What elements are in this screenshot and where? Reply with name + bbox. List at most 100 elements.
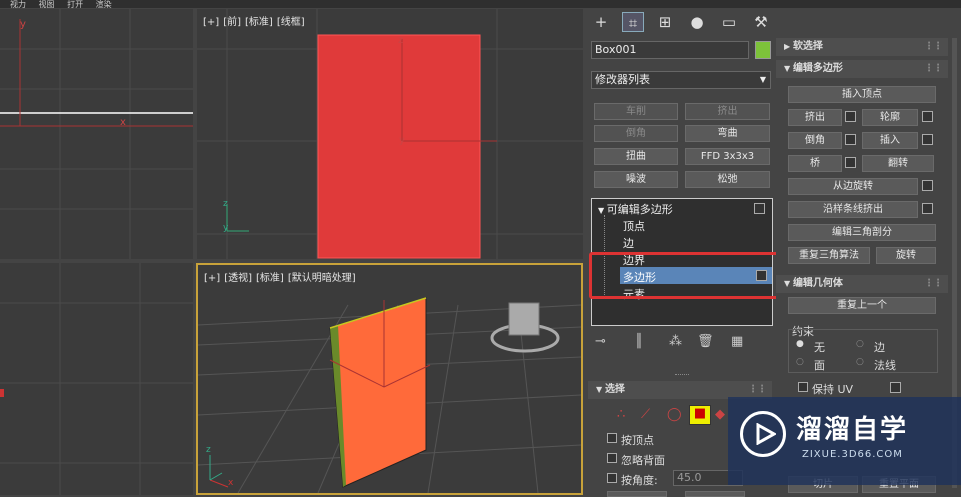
menu-item[interactable]: 打开 [67, 0, 83, 9]
gizmo-y-label: y [223, 223, 229, 233]
inset-button[interactable]: 插入 [862, 132, 918, 149]
viewport-front-label[interactable]: [+] [前] [标准] [线框] [203, 13, 309, 28]
soft-selection-rollout[interactable]: ▶ 软选择 ⋮⋮ [776, 38, 948, 56]
menu-item[interactable]: 视力 [10, 0, 26, 9]
preserve-uv-checkbox[interactable] [798, 382, 808, 392]
mod-button-bend[interactable]: 弯曲 [685, 125, 770, 142]
radio-face[interactable]: ○ [796, 357, 804, 367]
motion-icon[interactable]: ● [686, 12, 708, 32]
mod-button-lathe[interactable]: 车削 [594, 103, 678, 120]
edit-triangulation-button[interactable]: 编辑三角剖分 [788, 224, 936, 241]
trash-icon[interactable]: 🗑 [697, 334, 714, 349]
by-angle-checkbox[interactable] [607, 473, 617, 483]
display-icon[interactable]: ▭ [718, 12, 740, 32]
flip-button[interactable]: 翻转 [862, 155, 934, 172]
utilities-icon[interactable]: ⚒ [750, 12, 772, 32]
left-grid [0, 9, 193, 259]
viewport-front[interactable]: [+] [前] [标准] [线框] z y z y [197, 9, 583, 259]
stack-item-edge[interactable]: 边 [623, 235, 634, 251]
hinge-from-edge-button[interactable]: 从边旋转 [788, 178, 918, 195]
viewport-left[interactable]: y x [0, 9, 193, 259]
gizmo-x-label: x [228, 478, 234, 488]
radio-none[interactable]: ● [796, 339, 804, 349]
insert-vertex-button[interactable]: 插入顶点 [788, 86, 936, 103]
edit-geometry-rollout[interactable]: ▼ 编辑几何体 ⋮⋮ [776, 275, 948, 293]
bevel-button[interactable]: 倒角 [788, 132, 842, 149]
mod-button-bevel[interactable]: 倒角 [594, 125, 678, 142]
hierarchy-icon[interactable]: ⊞ [654, 12, 676, 32]
radio-normal-label: 法线 [874, 359, 896, 372]
radio-edge[interactable]: ○ [856, 339, 864, 349]
bridge-button[interactable]: 桥 [788, 155, 842, 172]
radio-edge-label: 边 [874, 341, 885, 354]
axis-y-label: y [20, 19, 26, 30]
shrink-button[interactable] [607, 491, 667, 497]
viewport-bottom-left[interactable] [0, 263, 193, 495]
viewport-perspective-label[interactable]: [+] [透视] [标准] [默认明暗处理] [204, 269, 360, 284]
radio-normal[interactable]: ○ [856, 357, 864, 367]
watermark-url: ZIXUE.3D66.COM [802, 449, 903, 460]
radio-none-label: 无 [814, 341, 825, 354]
mod-button-twist[interactable]: 扭曲 [594, 148, 678, 165]
stack-root[interactable]: ▼ 可编辑多边形 [598, 201, 673, 217]
extrude-button[interactable]: 挤出 [788, 109, 842, 126]
edit-polygons-rollout[interactable]: ▼ 编辑多边形 ⋮⋮ [776, 60, 948, 78]
mod-button-extrude[interactable]: 挤出 [685, 103, 770, 120]
play-icon [756, 423, 776, 445]
ignore-backface-checkbox[interactable] [607, 453, 617, 463]
outline-button[interactable]: 轮廓 [862, 109, 918, 126]
object-name-field[interactable]: Box001 [591, 41, 749, 59]
by-vertex-checkbox[interactable] [607, 433, 617, 443]
configure-icon[interactable]: ▦ [731, 334, 743, 349]
vertex-mode-icon[interactable]: ∴ [617, 407, 625, 422]
object-color-swatch[interactable] [755, 41, 771, 59]
create-icon[interactable]: + [590, 12, 612, 32]
extrude-along-spline-button[interactable]: 沿样条线挤出 [788, 201, 918, 218]
edge-mode-icon[interactable]: ⟋ [641, 407, 650, 422]
watermark: 溜溜自学 ZIXUE.3D66.COM [728, 397, 961, 485]
polygon-mode-icon[interactable]: ■ [689, 405, 711, 425]
stack-toolbar: ⊸ ║ ⁂ 🗑 ▦ [591, 334, 771, 354]
repeat-last-button[interactable]: 重复上一个 [788, 297, 936, 314]
viewport-perspective[interactable]: [+] [透视] [标准] [默认明暗处理] z x [196, 263, 583, 495]
pin-icon[interactable]: ⊸ [595, 334, 606, 349]
mod-button-ffd[interactable]: FFD 3x3x3 [685, 148, 770, 165]
inset-settings[interactable] [922, 134, 933, 145]
mod-button-relax[interactable]: 松弛 [685, 171, 770, 188]
spline-settings[interactable] [922, 203, 933, 214]
mod-button-noise[interactable]: 噪波 [594, 171, 678, 188]
modifier-list-dropdown[interactable]: 修改器列表 ▼ [591, 71, 771, 89]
watermark-title: 溜溜自学 [796, 415, 909, 445]
chevron-down-icon: ▼ [759, 75, 766, 84]
extrude-settings[interactable] [845, 111, 856, 122]
border-mode-icon[interactable]: ◯ [667, 407, 682, 422]
divider [675, 374, 689, 375]
viewcube-icon[interactable] [488, 295, 548, 345]
show-result-icon[interactable]: ║ [635, 334, 643, 349]
turn-button[interactable]: 旋转 [876, 247, 936, 264]
bridge-settings[interactable] [845, 157, 856, 168]
hinge-settings[interactable] [922, 180, 933, 191]
front-grid [197, 9, 583, 259]
gizmo-z-label: z [206, 445, 211, 455]
polygon-highlight-box [589, 252, 781, 299]
bevel-settings[interactable] [845, 134, 856, 145]
menu-item[interactable]: 视图 [39, 0, 55, 9]
unique-icon[interactable]: ⁂ [669, 334, 682, 349]
stack-root-toggle[interactable] [754, 203, 765, 214]
grow-button[interactable] [685, 491, 745, 497]
gizmo-z-label: z [223, 199, 228, 209]
radio-face-label: 面 [814, 359, 825, 372]
menu-bar: 视力 视图 打开 渲染 [0, 0, 961, 8]
menu-item[interactable]: 渲染 [96, 0, 112, 9]
retriangulate-button[interactable]: 重复三角算法 [788, 247, 870, 264]
modify-icon[interactable]: ⌗ [622, 12, 644, 32]
preserve-uv-settings[interactable] [890, 382, 901, 393]
axis-y-label: y [399, 135, 405, 146]
ignore-backface-label: 忽略背面 [621, 454, 665, 467]
outline-settings[interactable] [922, 111, 933, 122]
element-mode-icon[interactable]: ◆ [715, 407, 725, 422]
stack-item-vertex[interactable]: 顶点 [623, 218, 645, 234]
preserve-uv-label: 保持 UV [812, 383, 854, 396]
by-angle-label: 按角度: [621, 474, 658, 487]
